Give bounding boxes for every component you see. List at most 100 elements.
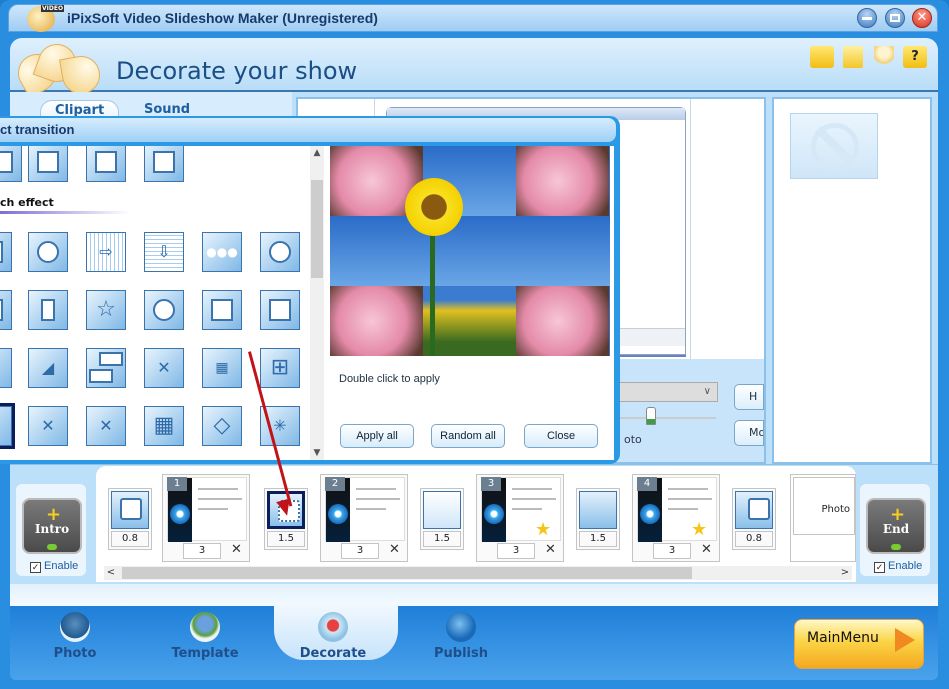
clover-logo-icon [11, 38, 106, 99]
nav-template[interactable]: Template [160, 610, 250, 670]
effect-glyph [0, 299, 3, 321]
transition-duration[interactable]: 1.5 [579, 531, 617, 547]
effect-item[interactable] [28, 146, 68, 182]
photo-placeholder[interactable]: Photo [790, 474, 856, 562]
effect-item[interactable] [86, 146, 126, 182]
transition-duration[interactable]: 0.8 [735, 531, 773, 547]
effect-circle-rotate[interactable] [144, 290, 184, 330]
effect-quad-rotate[interactable]: ✕ [144, 348, 184, 388]
end-enable-checkbox[interactable]: ✓ Enable [874, 560, 922, 573]
thumb-line [198, 508, 228, 510]
transition-duration[interactable]: 1.5 [267, 531, 305, 547]
scroll-right-icon[interactable]: > [838, 566, 852, 580]
effect-diamond[interactable]: ◇ [202, 406, 242, 446]
effect-star[interactable]: ☆ [86, 290, 126, 330]
thumb-logo [170, 504, 190, 524]
nav-photo[interactable]: Photo [30, 610, 120, 670]
slide-duration[interactable]: 3 [497, 543, 535, 559]
apply-hint: Double click to apply [339, 373, 440, 385]
effect-diagonal[interactable]: ◢ [28, 348, 68, 388]
star-icon: ☆ [96, 297, 116, 322]
slide-item[interactable]: 2 3 ✕ [320, 474, 408, 562]
dialog-title[interactable]: ct transition [0, 118, 616, 142]
nav-publish[interactable]: Publish [416, 610, 506, 670]
apply-all-button[interactable]: Apply all [340, 424, 414, 448]
intro-box: + Intro ✓ Enable [16, 484, 86, 576]
preview-slider-thumb[interactable] [646, 407, 657, 425]
slide-item[interactable]: 4 ★ 3 ✕ [632, 474, 720, 562]
maximize-button[interactable] [885, 8, 905, 28]
effect-item[interactable] [0, 348, 12, 388]
transition-icon [423, 491, 461, 529]
minimize-button[interactable] [857, 8, 877, 28]
slide-duration[interactable]: 3 [653, 543, 691, 559]
main-menu-button[interactable]: MainMenu [794, 619, 924, 669]
slide-duration[interactable]: 3 [183, 543, 221, 559]
effect-rect-expand[interactable] [202, 290, 242, 330]
close-dialog-button[interactable]: Close [524, 424, 598, 448]
effect-quad-split[interactable]: ⊞ [260, 348, 300, 388]
effect-mosaic[interactable]: ▦ [144, 406, 184, 446]
side-button-h[interactable]: H [734, 384, 764, 410]
transition-item[interactable]: 1.5 [420, 488, 464, 550]
delete-icon[interactable]: ✕ [701, 542, 712, 557]
effect-cross-out[interactable]: ✕ [28, 406, 68, 446]
add-end-button[interactable]: + End [866, 498, 926, 554]
close-button[interactable]: ✕ [912, 8, 932, 28]
timeline-scrollbar[interactable]: < > [104, 566, 852, 580]
transition-item[interactable]: 0.8 [108, 488, 152, 550]
effects-scrollbar[interactable]: ▲ ▼ [310, 146, 324, 460]
preview-sunflower [405, 178, 463, 236]
title-bar[interactable]: VIDEO iPixSoft Video Slideshow Maker (Un… [8, 4, 938, 32]
side-button-more[interactable]: Mo [734, 420, 764, 446]
scrollbar-thumb[interactable] [122, 567, 692, 579]
effect-item[interactable] [0, 290, 12, 330]
effect-item[interactable] [0, 146, 22, 182]
effect-cross-in[interactable]: ✕ [86, 406, 126, 446]
delete-icon[interactable]: ✕ [231, 542, 242, 557]
nav-decorate[interactable]: Decorate [288, 610, 378, 670]
effect-dots-grid[interactable]: ●●● [202, 232, 242, 272]
open-folder-icon[interactable] [810, 46, 834, 68]
effect-circle-shrink[interactable] [260, 232, 300, 272]
effect-glyph [153, 299, 175, 321]
delete-icon[interactable]: ✕ [389, 542, 400, 557]
effect-stripes-right[interactable]: ⇨ [86, 232, 126, 272]
slide-duration[interactable]: 3 [341, 543, 379, 559]
effect-slide-boxes[interactable] [86, 348, 126, 388]
add-intro-button[interactable]: + Intro [22, 498, 82, 554]
delete-icon[interactable]: ✕ [545, 542, 556, 557]
photo-placeholder-label: Photo [793, 477, 855, 535]
effect-item-selected[interactable] [0, 403, 15, 449]
effect-item[interactable] [0, 232, 12, 272]
transition-icon [579, 491, 617, 529]
transition-duration[interactable]: 0.8 [111, 531, 149, 547]
random-all-button[interactable]: Random all [431, 424, 505, 448]
checkbox-icon: ✓ [30, 562, 41, 573]
chevron-down-icon: ∨ [703, 386, 711, 397]
intro-enable-checkbox[interactable]: ✓ Enable [30, 560, 78, 573]
tv-indicator [47, 544, 57, 550]
effect-rect-shrink[interactable] [260, 290, 300, 330]
tv-indicator [891, 544, 901, 550]
select-transition-dialog: ct transition ch effect ⇨ ⇩ ●●● ☆ ◢ ✕ ▦ … [0, 116, 620, 464]
effect-circle-expand[interactable] [28, 232, 68, 272]
transition-duration[interactable]: 1.5 [423, 531, 461, 547]
save-icon[interactable] [843, 46, 863, 68]
effect-item[interactable] [144, 146, 184, 182]
scroll-left-icon[interactable]: < [104, 566, 118, 580]
slide-item[interactable]: 3 ★ 3 ✕ [476, 474, 564, 562]
scrollbar-thumb[interactable] [311, 180, 323, 278]
transition-item[interactable]: 1.5 [576, 488, 620, 550]
help-icon[interactable]: ? [903, 46, 927, 68]
effect-split-vertical[interactable] [28, 290, 68, 330]
user-icon[interactable] [874, 46, 894, 68]
scroll-down-icon[interactable]: ▼ [310, 446, 324, 460]
slide-item[interactable]: 1 3 ✕ [162, 474, 250, 562]
effect-grid-expand[interactable]: ▦ [202, 348, 242, 388]
transition-item[interactable]: 0.8 [732, 488, 776, 550]
effect-stripes-down[interactable]: ⇩ [144, 232, 184, 272]
transition-preview-image [330, 146, 610, 356]
scroll-up-icon[interactable]: ▲ [310, 146, 324, 160]
thumb-line [668, 508, 698, 510]
